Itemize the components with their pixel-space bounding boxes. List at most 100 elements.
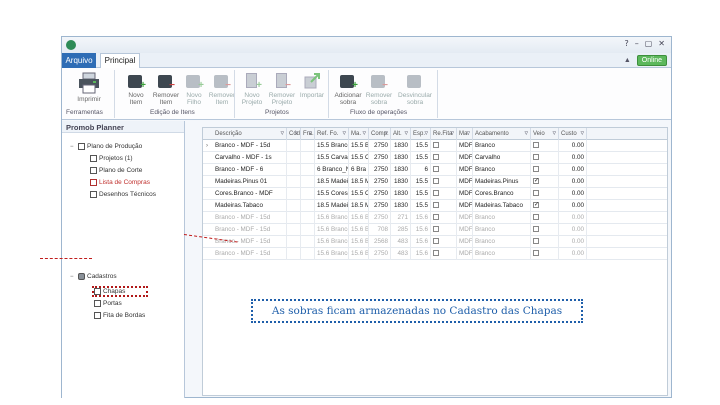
table-cell[interactable]: Branco	[473, 248, 531, 260]
table-cell[interactable]: 1830	[391, 176, 411, 188]
table-cell[interactable]: Carvalho - MDF - 1s	[213, 152, 287, 164]
table-cell[interactable]: 483	[391, 236, 411, 248]
table-cell[interactable]: 2750	[369, 152, 391, 164]
table-cell[interactable]	[287, 248, 301, 260]
table-cell[interactable]: 2750	[369, 188, 391, 200]
checkbox[interactable]	[433, 190, 439, 197]
collapse-toggle-icon[interactable]: −	[70, 274, 76, 280]
remove-child-button[interactable]: − Remover Item	[208, 72, 236, 106]
filter-icon[interactable]: ▿	[280, 128, 284, 140]
table-cell[interactable]: 15.5 Branco	[315, 140, 349, 152]
row-checkbox[interactable]	[531, 164, 559, 176]
table-cell[interactable]: 2750	[369, 200, 391, 212]
remove-item-button[interactable]: − Remover Item	[152, 72, 180, 106]
tree-node-plano-corte[interactable]: Plano de Corte	[90, 167, 142, 174]
table-cell[interactable]: 15.5	[411, 152, 431, 164]
row-checkbox[interactable]	[431, 200, 457, 212]
row-checkbox[interactable]	[531, 212, 559, 224]
table-cell[interactable]: 15.6 B	[349, 212, 369, 224]
new-project-button[interactable]: + Novo Projeto	[238, 72, 266, 106]
table-cell[interactable]: 1830	[391, 152, 411, 164]
table-cell[interactable]: 15.6	[411, 212, 431, 224]
help-icon[interactable]: ?	[624, 39, 628, 48]
column-header[interactable]: Fra. ▿	[301, 128, 315, 140]
table-cell[interactable]: 0.00	[559, 200, 587, 212]
table-cell[interactable]: MDF	[457, 236, 473, 248]
tree-node-portas[interactable]: Portas	[94, 300, 122, 307]
print-button[interactable]: Imprimir	[72, 72, 106, 103]
new-child-button[interactable]: + Novo Filho	[180, 72, 208, 106]
column-header[interactable]: Esp. ▿	[411, 128, 431, 140]
table-cell[interactable]: Madeiras.Tabaco	[473, 200, 531, 212]
table-cell[interactable]: 2750	[369, 176, 391, 188]
tree-node-cadastros[interactable]: − Cadastros	[70, 273, 117, 280]
checkbox[interactable]	[433, 250, 439, 257]
table-cell[interactable]: MDF	[457, 188, 473, 200]
checkbox[interactable]	[533, 154, 539, 161]
table-cell[interactable]: Branco	[473, 224, 531, 236]
table-cell[interactable]	[287, 224, 301, 236]
table-row[interactable]: Madeiras.Tabaco 18.5 Madei 18.5 M 2750 1830 1…	[203, 200, 667, 212]
column-header[interactable]: Re.Fita ▿	[431, 128, 457, 140]
filter-icon[interactable]: ▿	[404, 128, 408, 140]
remove-project-button[interactable]: − Remover Projeto	[268, 72, 296, 106]
table-cell[interactable]: 0.00	[559, 212, 587, 224]
table-cell[interactable]: 15.6 B	[349, 224, 369, 236]
chevron-up-icon[interactable]: ▲	[624, 57, 631, 64]
row-checkbox[interactable]	[531, 152, 559, 164]
table-cell[interactable]: Madeiras.Pinus 01	[213, 176, 287, 188]
filter-icon[interactable]: ▿	[450, 128, 454, 140]
column-header[interactable]: Ma. ▿	[457, 128, 473, 140]
table-row[interactable]: Cores.Branco - MDF 15.5 Cores 15.5 C 2750 18…	[203, 188, 667, 200]
table-cell[interactable]: 285	[391, 224, 411, 236]
table-cell[interactable]	[301, 200, 315, 212]
minimize-icon[interactable]: –	[635, 39, 639, 48]
checkbox[interactable]	[533, 190, 539, 197]
tab-arquivo[interactable]: Arquivo	[62, 53, 96, 68]
tree-node-projetos[interactable]: Projetos (1)	[90, 155, 133, 162]
table-row[interactable]: Branco - MDF - 15d 15.6 Branco 15.6 B 2568 4…	[203, 236, 667, 248]
column-header[interactable]: Ref. Fo. ▿	[315, 128, 349, 140]
row-checkbox[interactable]	[431, 152, 457, 164]
table-cell[interactable]: 15.5 Carva	[315, 152, 349, 164]
table-cell[interactable]: 15.6 B	[349, 248, 369, 260]
table-cell[interactable]: 18.5 M	[349, 200, 369, 212]
table-cell[interactable]: 6 Bra	[349, 164, 369, 176]
table-cell[interactable]	[301, 248, 315, 260]
table-cell[interactable]: 0.00	[559, 188, 587, 200]
checkbox[interactable]	[533, 250, 539, 257]
checkbox[interactable]	[433, 202, 439, 209]
filter-icon[interactable]: ▿	[424, 128, 428, 140]
filter-icon[interactable]: ▿	[308, 128, 312, 140]
table-cell[interactable]: MDF	[457, 152, 473, 164]
table-cell[interactable]: 15.6	[411, 224, 431, 236]
checkbox[interactable]	[433, 154, 439, 161]
table-cell[interactable]: 2750	[369, 164, 391, 176]
table-cell[interactable]: 15.5 Cores	[315, 188, 349, 200]
table-cell[interactable]: 2750	[369, 248, 391, 260]
table-cell[interactable]: 483	[391, 248, 411, 260]
table-cell[interactable]: 15.6 Branco	[315, 236, 349, 248]
table-cell[interactable]	[287, 236, 301, 248]
table-cell[interactable]: Branco	[473, 164, 531, 176]
remove-leftover-button[interactable]: − Remover sobra	[365, 72, 393, 106]
filter-icon[interactable]: ▿	[342, 128, 346, 140]
table-cell[interactable]: 1830	[391, 140, 411, 152]
row-checkbox[interactable]	[431, 236, 457, 248]
table-cell[interactable]: 2568	[369, 236, 391, 248]
checkbox[interactable]	[433, 178, 439, 185]
table-cell[interactable]: 15.5 C	[349, 152, 369, 164]
table-cell[interactable]: 2750	[369, 212, 391, 224]
add-leftover-button[interactable]: + Adicionar sobra	[334, 72, 362, 106]
table-cell[interactable]	[287, 212, 301, 224]
table-cell[interactable]: 0.00	[559, 248, 587, 260]
checkbox[interactable]	[433, 214, 439, 221]
row-checkbox[interactable]: ✓	[531, 200, 559, 212]
row-checkbox[interactable]: ✓	[531, 176, 559, 188]
row-checkbox[interactable]	[531, 236, 559, 248]
checkbox[interactable]	[533, 142, 539, 149]
table-cell[interactable]: 0.00	[559, 224, 587, 236]
row-checkbox[interactable]	[431, 140, 457, 152]
column-header[interactable]: Veio ▿	[531, 128, 559, 140]
table-cell[interactable]: 15.5 B	[349, 140, 369, 152]
